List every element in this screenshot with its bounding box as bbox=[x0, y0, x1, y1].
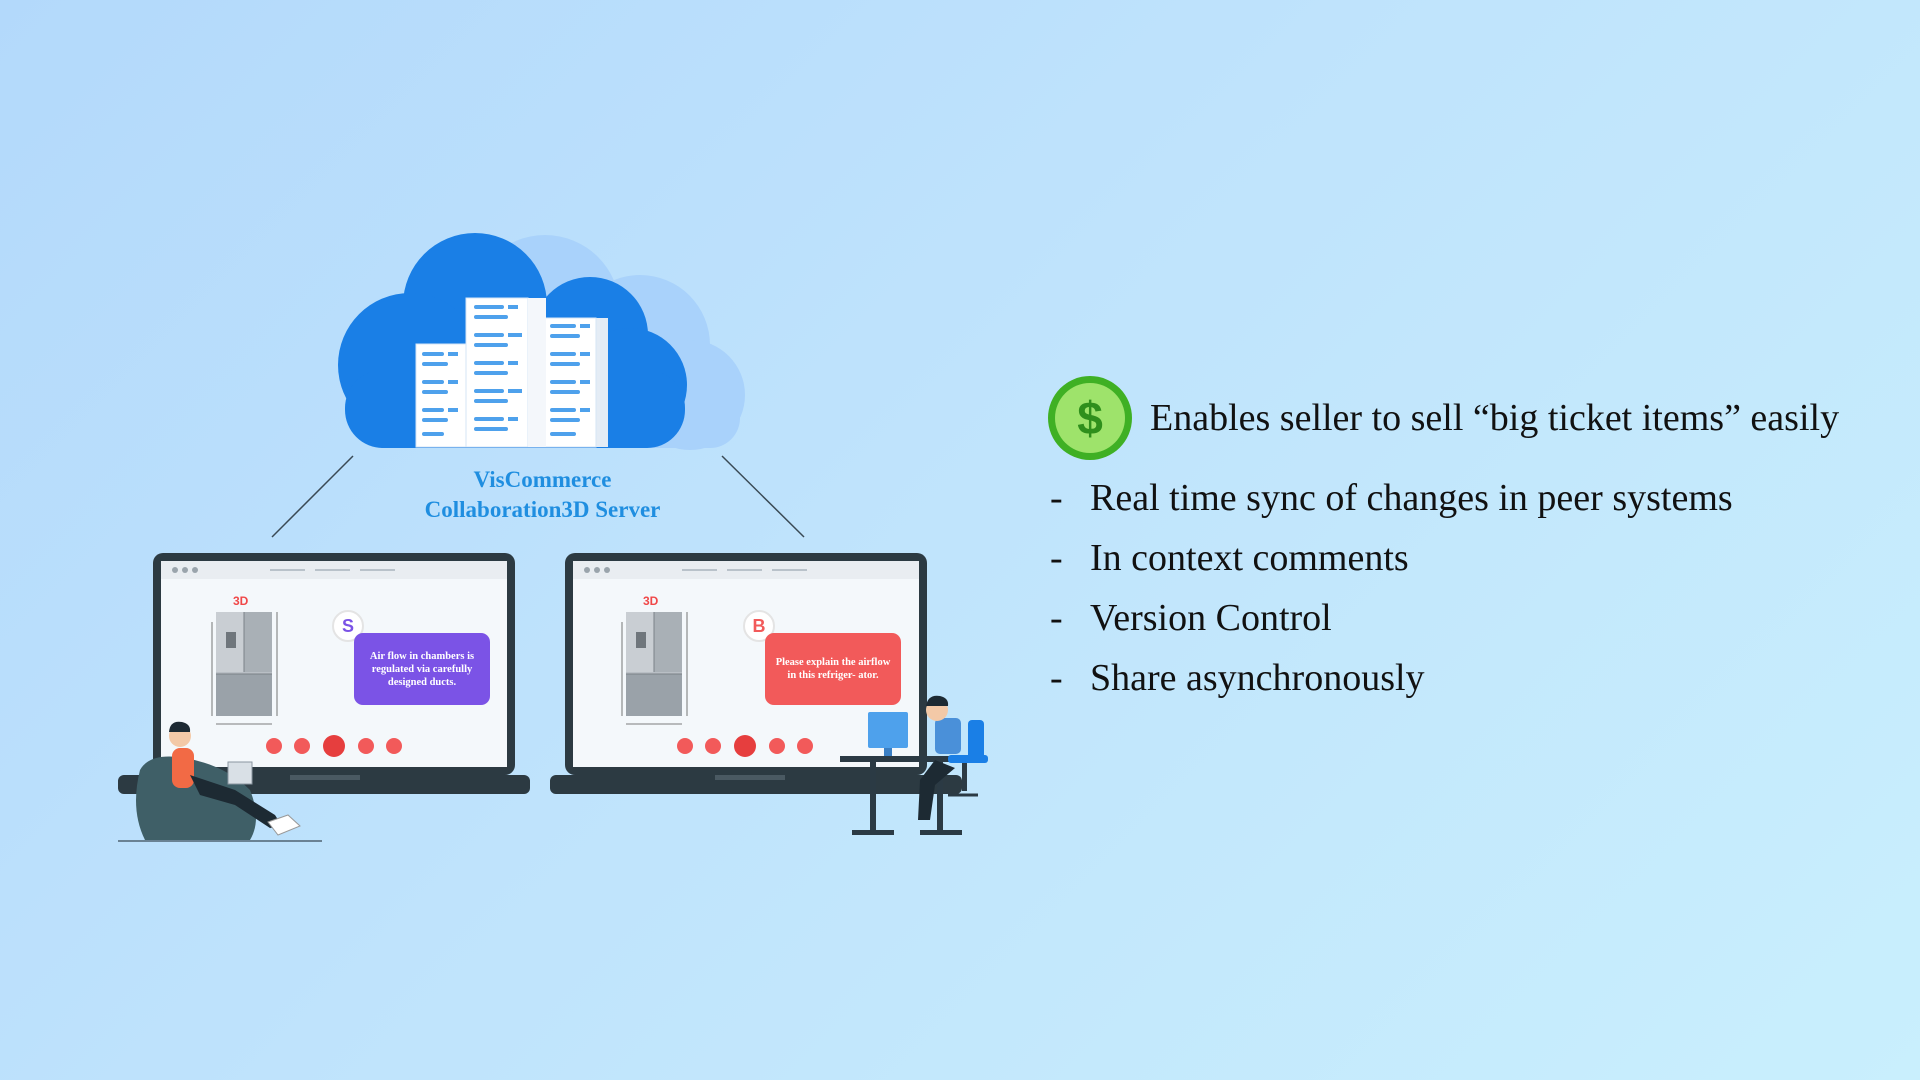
feature-list: $ Enables seller to sell “big ticket ite… bbox=[1048, 374, 1908, 708]
server-label-line2: Collaboration3D Server bbox=[424, 497, 661, 522]
dollar-coin-icon: $ bbox=[1048, 376, 1132, 460]
server-label-line1: VisCommerce bbox=[473, 467, 612, 492]
badge-3d-left: 3D bbox=[233, 594, 249, 608]
chat-bubble-buyer: Please explain the airflow in this refri… bbox=[765, 633, 901, 705]
list-item: - Real time sync of changes in peer syste… bbox=[1050, 477, 1733, 519]
list-item: - Version Control bbox=[1050, 597, 1332, 639]
headline-text: Enables seller to sell “big ticket items… bbox=[1150, 397, 1840, 439]
bullet-list: - Real time sync of changes in peer syste… bbox=[1048, 468, 1908, 708]
list-item: - In context comments bbox=[1050, 537, 1409, 579]
list-item: - Share asynchronously bbox=[1050, 657, 1425, 699]
chat-bubble-seller: Air flow in chambers is regulated via ca… bbox=[354, 633, 490, 705]
refrigerator-icon bbox=[621, 612, 688, 725]
badge-3d-right: 3D bbox=[643, 594, 659, 608]
headline: $ Enables seller to sell “big ticket ite… bbox=[1048, 374, 1908, 462]
refrigerator-icon bbox=[211, 612, 278, 725]
server-label: VisCommerce Collaboration3D Server bbox=[340, 465, 745, 525]
